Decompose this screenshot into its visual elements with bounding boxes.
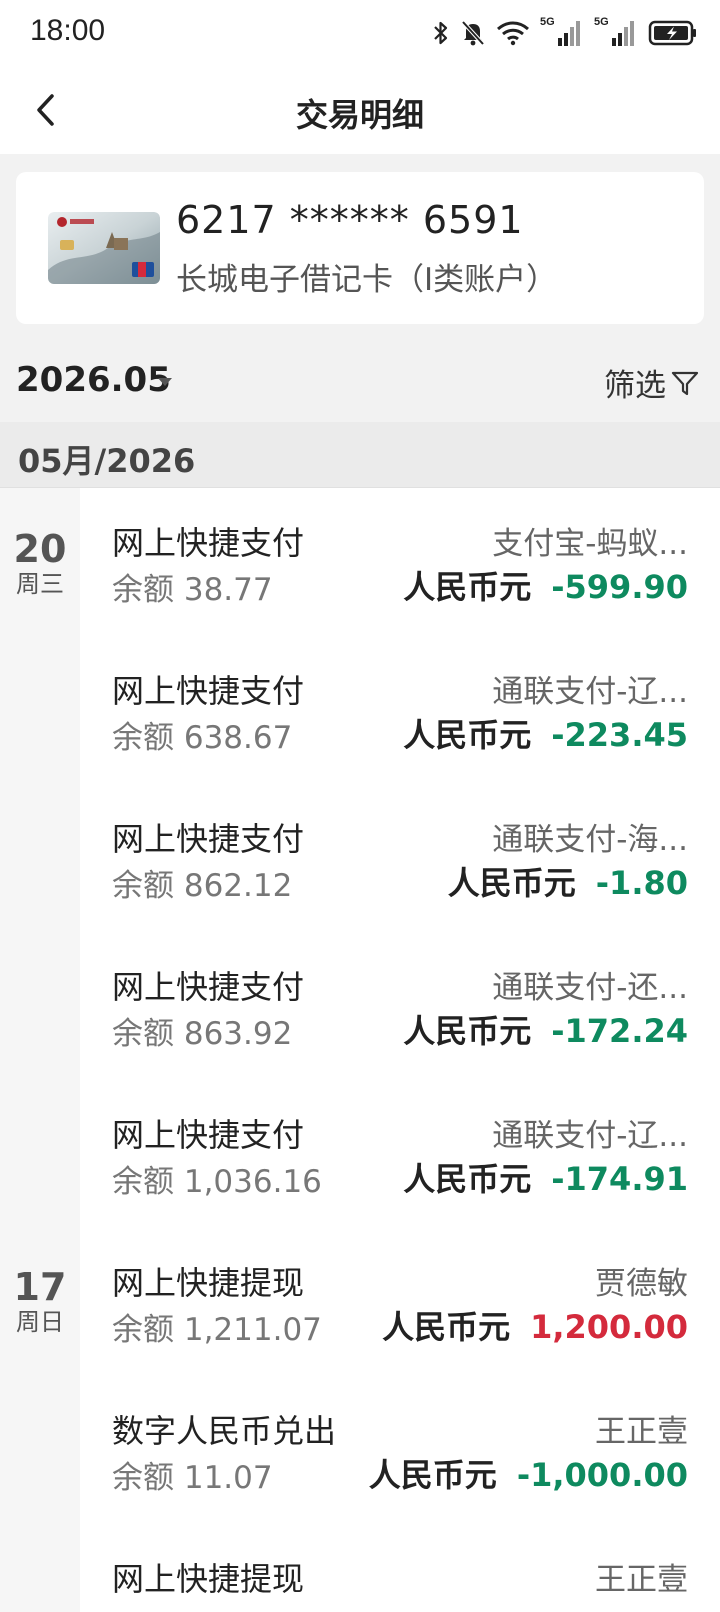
transaction-amount: -223.45 (551, 716, 688, 754)
transaction-type: 网上快捷支付 (112, 968, 305, 1006)
transaction-row[interactable]: 网上快捷支付 余额 862.12 通联支付-海... 人民币元 -1.80 (80, 784, 720, 936)
transaction-currency: 人民币元 (382, 1308, 511, 1346)
date-badge: 17 周日 (0, 1266, 80, 1336)
transaction-amount-line (668, 1598, 688, 1612)
transaction-balance: 余额 1,036.16 (112, 1164, 322, 1200)
transaction-counterparty: 支付宝-蚂蚁... (492, 526, 688, 562)
transaction-counterparty: 贾德敏 (595, 1266, 688, 1302)
transaction-type: 网上快捷提现 (112, 1264, 305, 1302)
transaction-amount: -1,000.00 (516, 1456, 688, 1494)
transaction-type: 网上快捷支付 (112, 820, 305, 858)
transaction-balance: 余额 1,211.07 (112, 1312, 322, 1348)
status-bar: 18:00 5G 5G (0, 0, 720, 68)
transaction-counterparty: 王正壹 (595, 1414, 688, 1450)
transaction-amount-line: 人民币元 -223.45 (403, 710, 688, 756)
transaction-currency: 人民币元 (447, 864, 576, 902)
transaction-type: 网上快捷支付 (112, 672, 305, 710)
transaction-balance: 余额 11.07 (112, 1460, 273, 1496)
transaction-row[interactable]: 网上快捷提现 王正壹 (80, 1524, 720, 1612)
signal-5g-icon: 5G (594, 16, 638, 48)
transaction-currency: 人民币元 (368, 1456, 497, 1494)
card-name: 长城电子借记卡（I类账户） (176, 262, 558, 298)
transaction-amount: -1.80 (595, 864, 688, 902)
transaction-amount-line: 人民币元 1,200.00 (382, 1302, 688, 1348)
transaction-counterparty: 通联支付-还... (492, 970, 688, 1006)
transaction-currency: 人民币元 (403, 568, 532, 606)
account-card-panel[interactable]: 6217 ****** 6591 长城电子借记卡（I类账户） (16, 172, 704, 324)
transaction-type: 数字人民币兑出 (112, 1412, 337, 1450)
transaction-row[interactable]: 网上快捷支付 余额 638.67 通联支付-辽... 人民币元 -223.45 (80, 636, 720, 788)
battery-charging-icon (648, 20, 696, 46)
transaction-amount-line: 人民币元 -172.24 (403, 1006, 688, 1052)
transaction-balance: 余额 638.67 (112, 720, 293, 756)
status-time: 18:00 (30, 14, 106, 47)
transaction-amount-line: 人民币元 -174.91 (403, 1154, 688, 1200)
transaction-counterparty: 通联支付-海... (492, 822, 688, 858)
transaction-currency: 人民币元 (403, 1012, 532, 1050)
date-column: 20 周三 17 周日 (0, 488, 80, 1612)
transaction-amount: -172.24 (551, 1012, 688, 1050)
bank-card-image (48, 212, 160, 284)
date-day: 17 (13, 1265, 67, 1309)
transaction-amount: -599.90 (551, 568, 688, 606)
transaction-balance: 余额 38.77 (112, 572, 273, 608)
mute-icon (461, 20, 485, 46)
signal-5g-icon: 5G (540, 16, 584, 48)
filter-label: 筛选 (604, 368, 666, 404)
status-icons: 5G 5G (432, 16, 698, 50)
transaction-row[interactable]: 网上快捷提现 余额 1,211.07 贾德敏 人民币元 1,200.00 (80, 1228, 720, 1380)
transaction-type: 网上快捷支付 (112, 1116, 305, 1154)
transaction-amount-line: 人民币元 -1.80 (448, 858, 688, 904)
month-selector[interactable]: 2026.05 (16, 360, 171, 400)
date-weekday: 周日 (16, 1308, 64, 1336)
transaction-counterparty: 通联支付-辽... (492, 1118, 688, 1154)
transaction-amount: -174.91 (551, 1160, 688, 1198)
bluetooth-icon (434, 21, 448, 45)
filter-button[interactable]: 筛选 (604, 360, 700, 405)
transaction-row[interactable]: 网上快捷支付 余额 863.92 通联支付-还... 人民币元 -172.24 (80, 932, 720, 1084)
transaction-list: 20 周三 17 周日 网上快捷支付 余额 38.77 支付宝-蚂蚁... 人民… (0, 488, 720, 1612)
transaction-balance: 余额 862.12 (112, 868, 293, 904)
date-weekday: 周三 (16, 570, 64, 598)
transaction-row[interactable]: 数字人民币兑出 余额 11.07 王正壹 人民币元 -1,000.00 (80, 1376, 720, 1528)
transaction-amount: 1,200.00 (530, 1308, 688, 1346)
transaction-currency: 人民币元 (403, 716, 532, 754)
transaction-amount-line: 人民币元 -599.90 (403, 562, 688, 608)
card-number: 6217 ****** 6591 (176, 198, 524, 242)
transaction-row[interactable]: 网上快捷支付 余额 1,036.16 通联支付-辽... 人民币元 -174.91 (80, 1080, 720, 1232)
transaction-counterparty: 王正壹 (595, 1562, 688, 1598)
funnel-icon (671, 371, 699, 395)
month-filter-bar: 2026.05 筛选 (0, 342, 720, 422)
transaction-currency: 人民币元 (403, 1160, 532, 1198)
transaction-counterparty: 通联支付-辽... (492, 674, 688, 710)
section-header-label: 05月/2026 (18, 442, 196, 480)
wifi-icon (497, 21, 529, 46)
transaction-balance: 余额 863.92 (112, 1016, 293, 1052)
transaction-amount-line: 人民币元 -1,000.00 (369, 1450, 688, 1496)
caret-down-icon[interactable] (158, 378, 172, 386)
transaction-type: 网上快捷提现 (112, 1560, 305, 1598)
nav-bar: 交易明细 (0, 68, 720, 154)
date-day: 20 (13, 527, 67, 571)
transaction-row[interactable]: 网上快捷支付 余额 38.77 支付宝-蚂蚁... 人民币元 -599.90 (80, 488, 720, 640)
transaction-type: 网上快捷支付 (112, 524, 305, 562)
date-badge: 20 周三 (0, 528, 80, 598)
month-section-header: 05月/2026 (0, 422, 720, 488)
page-title: 交易明细 (295, 96, 424, 134)
